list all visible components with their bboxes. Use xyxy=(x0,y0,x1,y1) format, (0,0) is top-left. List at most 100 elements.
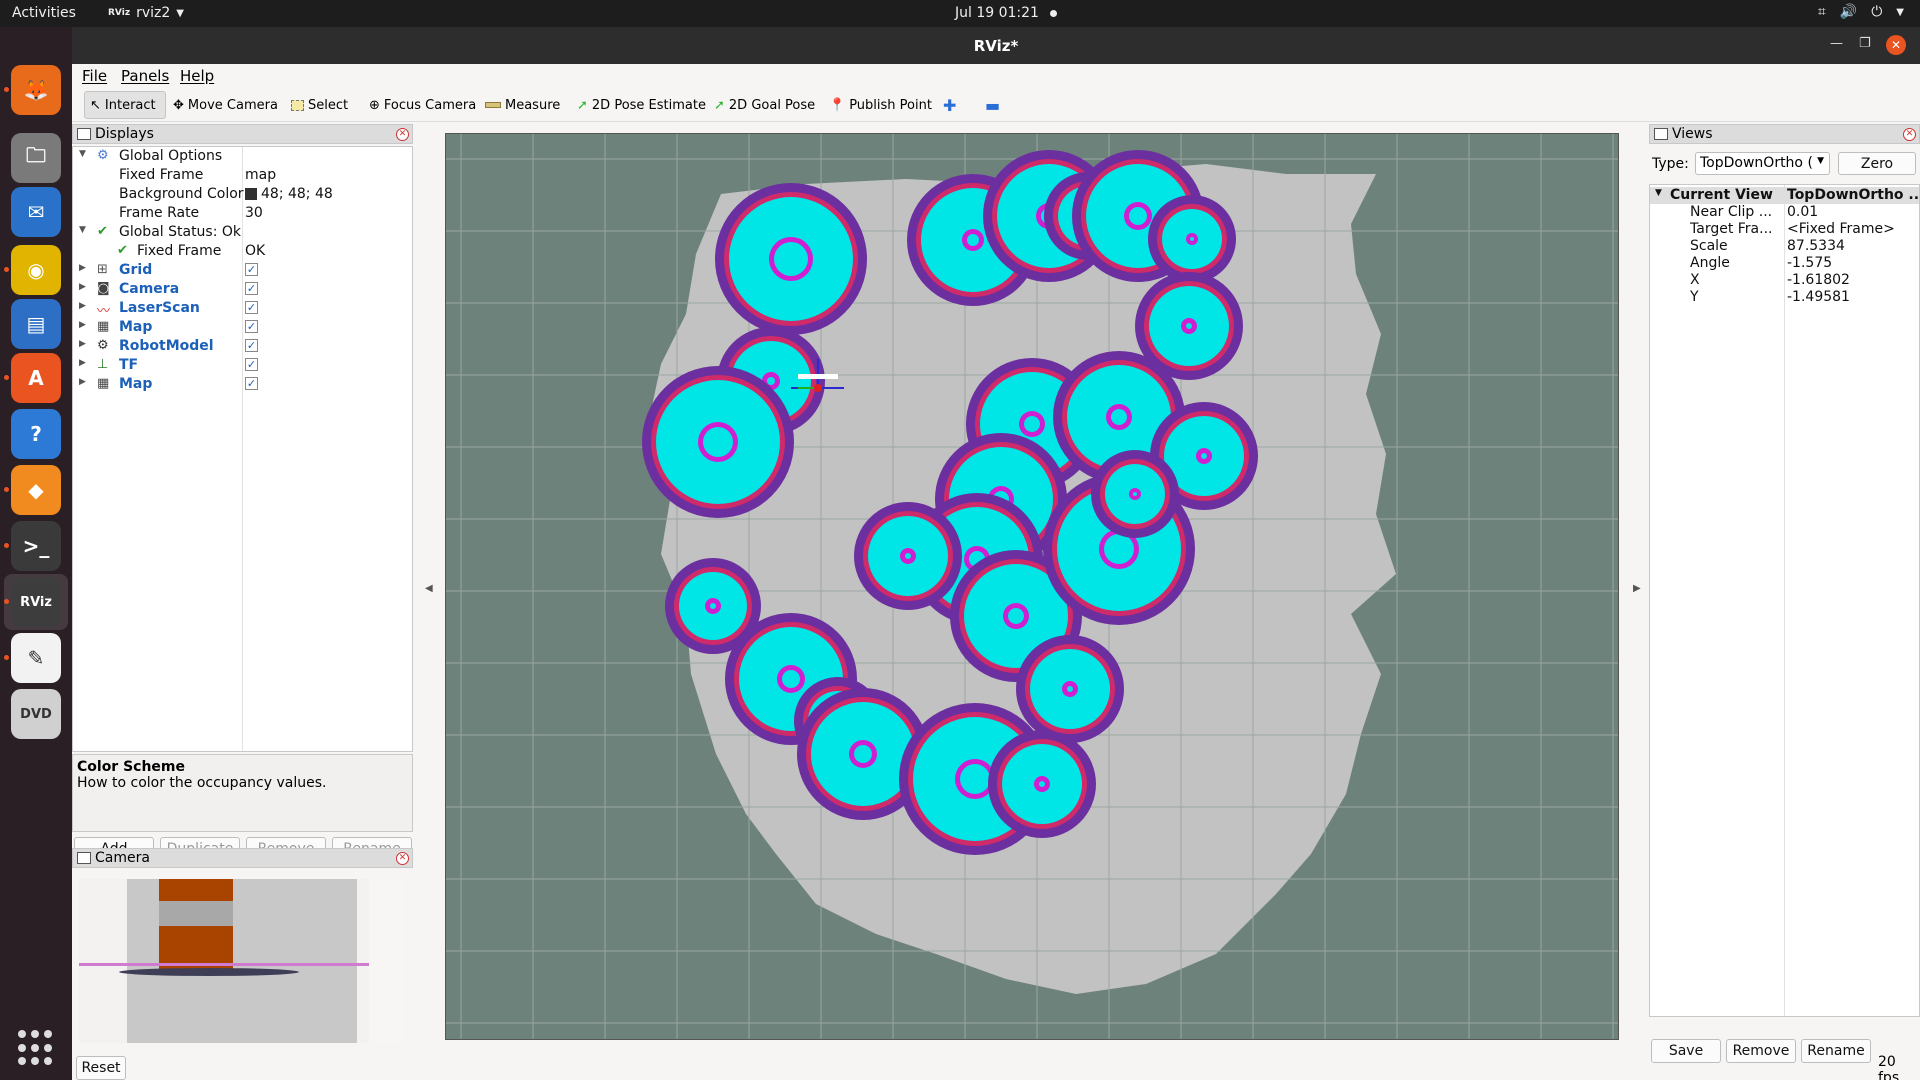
chevron-down-icon[interactable]: ▼ xyxy=(1655,188,1662,198)
background-color-value[interactable]: 48; 48; 48 xyxy=(261,186,333,202)
close-panel-icon[interactable]: ✕ xyxy=(396,852,409,865)
tree-row-status-fixed-frame[interactable]: ✔ Fixed Frame OK xyxy=(73,242,412,261)
menu-file[interactable]: File xyxy=(82,67,107,85)
system-tray[interactable]: ⌗ 🔊 ⏻ ▼ xyxy=(1818,4,1904,20)
maximize-icon[interactable]: ❐ xyxy=(1859,36,1871,51)
close-icon[interactable]: ✕ xyxy=(1886,35,1906,55)
minimize-icon[interactable]: — xyxy=(1830,36,1843,51)
view-prop-value[interactable]: -1.575 xyxy=(1787,255,1832,271)
costmap-render[interactable] xyxy=(446,134,1619,1040)
tree-row-display-grid[interactable]: ▶ ⊞ Grid ✓ xyxy=(73,261,412,280)
zero-button[interactable]: Zero xyxy=(1838,152,1916,175)
terminal-icon[interactable]: >_ xyxy=(11,521,61,571)
enabled-checkbox[interactable]: ✓ xyxy=(245,358,258,371)
enabled-checkbox[interactable]: ✓ xyxy=(245,377,258,390)
tree-row-global-status[interactable]: ▼ ✔ Global Status: Ok xyxy=(73,223,412,242)
chevron-down-icon[interactable]: ▼ xyxy=(79,149,86,159)
tree-row-view-prop[interactable]: Target Fra... <Fixed Frame> xyxy=(1650,221,1919,238)
tree-row-view-prop[interactable]: Scale 87.5334 xyxy=(1650,238,1919,255)
remove-tool-icon[interactable]: ▬ xyxy=(980,91,1005,119)
3d-viewport[interactable] xyxy=(445,133,1619,1040)
tree-row-current-view[interactable]: ▼ Current View TopDownOrtho ... xyxy=(1650,187,1920,204)
chevron-right-icon[interactable]: ▶ xyxy=(79,377,86,387)
views-title: Views xyxy=(1672,126,1713,142)
measure-tool-button[interactable]: Measure xyxy=(480,91,565,119)
chevron-right-icon[interactable]: ▶ xyxy=(79,358,86,368)
tree-row-background-color[interactable]: Background Color 48; 48; 48 xyxy=(73,185,412,204)
view-prop-value[interactable]: 87.5334 xyxy=(1787,238,1845,254)
add-tool-icon[interactable]: ✚ xyxy=(938,91,961,119)
view-prop-value[interactable]: -1.49581 xyxy=(1787,289,1850,305)
tree-row-view-prop[interactable]: Near Clip ... 0.01 xyxy=(1650,204,1919,221)
rename-view-button[interactable]: Rename xyxy=(1801,1039,1871,1063)
select-tool-button[interactable]: Select xyxy=(286,91,353,119)
pose-estimate-tool-button[interactable]: ➚ 2D Pose Estimate xyxy=(572,91,711,119)
menu-panels[interactable]: Panels xyxy=(121,67,169,85)
menu-bar: File Panels Help xyxy=(72,64,1920,88)
view-prop-value[interactable]: <Fixed Frame> xyxy=(1787,221,1895,237)
enabled-checkbox[interactable]: ✓ xyxy=(245,282,258,295)
chevron-right-icon[interactable]: ▶ xyxy=(79,320,86,330)
show-apps-icon[interactable] xyxy=(18,1030,54,1066)
interact-tool-button[interactable]: ↖ Interact xyxy=(84,91,166,119)
help-icon[interactable]: ? xyxy=(11,409,61,459)
tree-row-view-prop[interactable]: Angle -1.575 xyxy=(1650,255,1919,272)
text-editor-icon[interactable]: ✎ xyxy=(11,633,61,683)
goal-pose-tool-button[interactable]: ➚ 2D Goal Pose xyxy=(709,91,820,119)
chevron-right-icon[interactable]: ▶ xyxy=(79,339,86,349)
chevron-right-icon[interactable]: ▶ xyxy=(79,263,86,273)
view-prop-value[interactable]: -1.61802 xyxy=(1787,272,1850,288)
tree-row-display-laserscan[interactable]: ▶ 〰 LaserScan ✓ xyxy=(73,299,412,319)
enabled-checkbox[interactable]: ✓ xyxy=(245,339,258,352)
enabled-checkbox[interactable]: ✓ xyxy=(245,263,258,276)
tool-bar: ↖ Interact ✥ Move Camera Select ⊕ Focus … xyxy=(72,88,1920,122)
rhythmbox-icon[interactable]: ◉ xyxy=(11,245,61,295)
sublime-icon[interactable]: ◆ xyxy=(11,465,61,515)
interact-label: Interact xyxy=(104,97,156,113)
tree-row-view-prop[interactable]: Y -1.49581 xyxy=(1650,289,1919,306)
tree-row-display-tf[interactable]: ▶ ⊥ TF ✓ xyxy=(73,356,412,375)
tree-row-display-map[interactable]: ▶ ▦ Map ✓ xyxy=(73,375,412,394)
close-panel-icon[interactable]: ✕ xyxy=(1903,128,1916,141)
app-menu[interactable]: RViz rviz2 ▼ xyxy=(108,5,184,21)
tree-row-display-robotmodel[interactable]: ▶ ⚙ RobotModel ✓ xyxy=(73,337,412,356)
frame-rate-value[interactable]: 30 xyxy=(245,205,263,221)
clock[interactable]: Jul 19 01:21 xyxy=(955,5,1039,21)
view-type-select[interactable]: TopDownOrtho ( ▼ xyxy=(1695,152,1830,175)
monitor-icon xyxy=(77,128,91,140)
tree-row-view-prop[interactable]: X -1.61802 xyxy=(1650,272,1919,289)
obstacle-center xyxy=(1133,492,1137,496)
menu-help[interactable]: Help xyxy=(180,67,214,85)
tree-row-frame-rate[interactable]: Frame Rate 30 xyxy=(73,204,412,223)
remove-view-button[interactable]: Remove xyxy=(1726,1039,1796,1063)
chevron-right-icon[interactable]: ▶ xyxy=(79,282,86,292)
tree-row-fixed-frame[interactable]: Fixed Frame map xyxy=(73,166,412,185)
frame-rate-label: Frame Rate xyxy=(119,205,200,221)
tree-row-display-map[interactable]: ▶ ▦ Map ✓ xyxy=(73,318,412,337)
reset-button[interactable]: Reset xyxy=(76,1056,126,1080)
files-icon[interactable]: 🗀 xyxy=(11,133,61,183)
activities-button[interactable]: Activities xyxy=(12,5,76,21)
move-camera-tool-button[interactable]: ✥ Move Camera xyxy=(168,91,283,119)
focus-camera-tool-button[interactable]: ⊕ Focus Camera xyxy=(364,91,481,119)
tree-row-display-camera[interactable]: ▶ ◙ Camera ✓ xyxy=(73,280,412,299)
rviz-icon[interactable]: RViz xyxy=(11,577,61,627)
tree-row-global-options[interactable]: ▼ ⚙ Global Options xyxy=(73,147,412,166)
enabled-checkbox[interactable]: ✓ xyxy=(245,301,258,314)
save-view-button[interactable]: Save xyxy=(1651,1039,1721,1063)
publish-point-tool-button[interactable]: 📍 Publish Point xyxy=(824,91,937,119)
firefox-icon[interactable]: 🦊 xyxy=(11,65,61,115)
software-center-icon[interactable]: A xyxy=(11,353,61,403)
enabled-checkbox[interactable]: ✓ xyxy=(245,320,258,333)
dock: 🦊 🗀 ✉ ◉ ▤ A? ◆ >_ RViz ✎ DVD xyxy=(0,27,72,1080)
libreoffice-writer-icon[interactable]: ▤ xyxy=(11,299,61,349)
collapse-right-icon[interactable]: ▶ xyxy=(1633,583,1641,594)
fixed-frame-value[interactable]: map xyxy=(245,167,276,183)
dvd-icon[interactable]: DVD xyxy=(11,689,61,739)
thunderbird-icon[interactable]: ✉ xyxy=(11,187,61,237)
view-prop-value[interactable]: 0.01 xyxy=(1787,204,1818,220)
chevron-down-icon[interactable]: ▼ xyxy=(79,225,86,235)
collapse-left-icon[interactable]: ◀ xyxy=(425,583,433,594)
chevron-right-icon[interactable]: ▶ xyxy=(79,301,86,311)
close-panel-icon[interactable]: ✕ xyxy=(396,128,409,141)
